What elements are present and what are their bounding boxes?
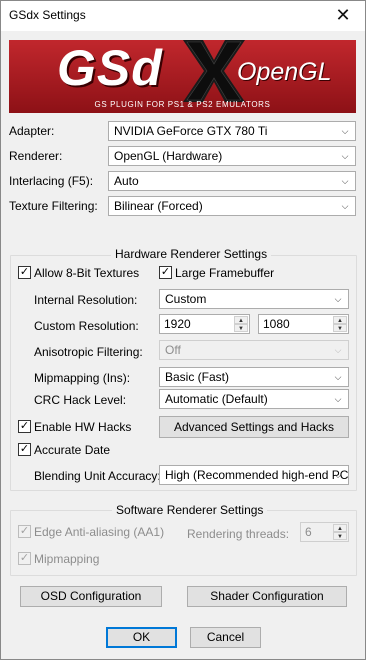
check-icon: ✓ <box>19 266 30 278</box>
crc-hack-level-label: CRC Hack Level: <box>34 393 127 407</box>
anisotropic-filtering-dropdown: Off ⌵ <box>159 340 349 360</box>
renderer-value: OpenGL (Hardware) <box>114 149 223 163</box>
rendering-threads-label: Rendering threads: <box>187 527 290 541</box>
chevron-down-icon: ⌵ <box>341 126 349 136</box>
check-icon: ✓ <box>19 443 30 455</box>
renderer-dropdown[interactable]: OpenGL (Hardware) ⌵ <box>108 146 356 166</box>
ok-button[interactable]: OK <box>106 627 177 648</box>
chevron-down-icon: ⌵ <box>341 176 349 186</box>
advanced-settings-button-label: Advanced Settings and Hacks <box>173 420 335 434</box>
title-bar: GSdx Settings ✕ <box>1 1 365 31</box>
edge-antialiasing-label: Edge Anti-aliasing (AA1) <box>34 525 165 539</box>
banner-title-gsd: GSd <box>57 40 163 96</box>
threads-spinner: ▲ ▼ <box>333 524 347 540</box>
spin-down-icon[interactable]: ▼ <box>333 324 347 332</box>
spin-down-icon: ▼ <box>333 532 347 540</box>
chevron-down-icon: ⌵ <box>334 345 342 355</box>
allow-8bit-checkbox[interactable]: ✓ <box>18 266 31 279</box>
banner-title-opengl: OpenGL <box>237 58 332 86</box>
custom-resolution-width-input[interactable]: 1920 ▲ ▼ <box>159 314 250 334</box>
spin-down-icon[interactable]: ▼ <box>234 324 248 332</box>
spin-up-icon[interactable]: ▲ <box>234 316 248 324</box>
cancel-button-label: Cancel <box>206 630 245 644</box>
sw-mipmapping-label: Mipmapping <box>34 552 100 566</box>
osd-configuration-button-label: OSD Configuration <box>40 589 142 603</box>
chevron-down-icon: ⌵ <box>334 294 342 304</box>
blending-unit-accuracy-label: Blending Unit Accuracy: <box>34 469 161 483</box>
renderer-label: Renderer: <box>9 149 63 163</box>
interlacing-value: Auto <box>114 174 139 188</box>
adapter-dropdown[interactable]: NVIDIA GeForce GTX 780 Ti ⌵ <box>108 121 356 141</box>
software-renderer-title: Software Renderer Settings <box>112 503 268 517</box>
edge-antialiasing-checkbox: ✓ <box>18 525 31 538</box>
chevron-down-icon: ⌵ <box>334 372 342 382</box>
mipmapping-ins-value: Basic (Fast) <box>165 370 230 384</box>
interlacing-dropdown[interactable]: Auto ⌵ <box>108 171 356 191</box>
close-icon: ✕ <box>335 5 351 25</box>
cancel-button[interactable]: Cancel <box>190 627 261 648</box>
chevron-down-icon: ⌵ <box>341 201 349 211</box>
check-icon: ✓ <box>19 420 30 432</box>
mipmapping-ins-label: Mipmapping (Ins): <box>34 371 131 385</box>
enable-hw-hacks-label: Enable HW Hacks <box>34 420 132 434</box>
internal-resolution-dropdown[interactable]: Custom ⌵ <box>159 289 349 309</box>
custom-resolution-height-input[interactable]: 1080 ▲ ▼ <box>258 314 349 334</box>
shader-configuration-button-label: Shader Configuration <box>210 589 324 603</box>
gsdx-opengl-banner: GSd OpenGL GS PLUGIN FOR PS1 & PS2 EMULA… <box>9 40 356 113</box>
banner-subtitle: GS PLUGIN FOR PS1 & PS2 EMULATORS <box>94 100 271 109</box>
rendering-threads-input: 6 ▲ ▼ <box>300 522 349 542</box>
texture-filtering-label: Texture Filtering: <box>9 199 98 213</box>
adapter-value: NVIDIA GeForce GTX 780 Ti <box>114 124 268 138</box>
anisotropic-filtering-value: Off <box>165 343 181 357</box>
height-spinner[interactable]: ▲ ▼ <box>333 316 347 332</box>
window-title: GSdx Settings <box>9 8 86 22</box>
advanced-settings-button[interactable]: Advanced Settings and Hacks <box>159 416 349 438</box>
rendering-threads-value: 6 <box>305 525 312 539</box>
shader-configuration-button[interactable]: Shader Configuration <box>187 586 347 607</box>
anisotropic-filtering-label: Anisotropic Filtering: <box>34 345 143 359</box>
internal-resolution-label: Internal Resolution: <box>34 293 138 307</box>
check-icon: ✓ <box>19 552 30 564</box>
crc-hack-level-value: Automatic (Default) <box>165 392 268 406</box>
blending-unit-accuracy-value: High (Recommended high-end PC) <box>165 468 349 482</box>
interlacing-label: Interlacing (F5): <box>9 174 94 188</box>
spin-up-icon: ▲ <box>333 524 347 532</box>
settings-window: GSdx Settings ✕ GSd OpenGL GS PLUGIN FOR… <box>0 0 366 660</box>
crc-hack-level-dropdown[interactable]: Automatic (Default) ⌵ <box>159 389 349 409</box>
hardware-renderer-title: Hardware Renderer Settings <box>111 247 272 261</box>
mipmapping-ins-dropdown[interactable]: Basic (Fast) ⌵ <box>159 367 349 387</box>
custom-resolution-label: Custom Resolution: <box>34 319 139 333</box>
sw-mipmapping-checkbox: ✓ <box>18 552 31 565</box>
large-framebuffer-checkbox[interactable]: ✓ <box>159 266 172 279</box>
accurate-date-label: Accurate Date <box>34 443 111 457</box>
ok-button-label: OK <box>132 630 151 644</box>
chevron-down-icon: ⌵ <box>334 394 342 404</box>
width-spinner[interactable]: ▲ ▼ <box>234 316 248 332</box>
texture-filtering-value: Bilinear (Forced) <box>114 199 203 213</box>
enable-hw-hacks-checkbox[interactable]: ✓ <box>18 420 31 433</box>
large-framebuffer-label: Large Framebuffer <box>175 266 275 280</box>
texture-filtering-dropdown[interactable]: Bilinear (Forced) ⌵ <box>108 196 356 216</box>
close-button[interactable]: ✕ <box>321 1 365 31</box>
accurate-date-checkbox[interactable]: ✓ <box>18 443 31 456</box>
chevron-down-icon: ⌵ <box>341 151 349 161</box>
custom-resolution-height-value: 1080 <box>263 317 290 331</box>
custom-resolution-width-value: 1920 <box>164 317 191 331</box>
blending-unit-accuracy-dropdown[interactable]: High (Recommended high-end PC) ⌵ <box>159 465 349 485</box>
osd-configuration-button[interactable]: OSD Configuration <box>20 586 162 607</box>
internal-resolution-value: Custom <box>165 292 207 306</box>
check-icon: ✓ <box>160 266 171 278</box>
spin-up-icon[interactable]: ▲ <box>333 316 347 324</box>
chevron-down-icon: ⌵ <box>334 470 342 480</box>
adapter-label: Adapter: <box>9 124 55 138</box>
software-renderer-group <box>10 510 357 576</box>
check-icon: ✓ <box>19 525 30 537</box>
allow-8bit-label: Allow 8-Bit Textures <box>34 266 140 280</box>
